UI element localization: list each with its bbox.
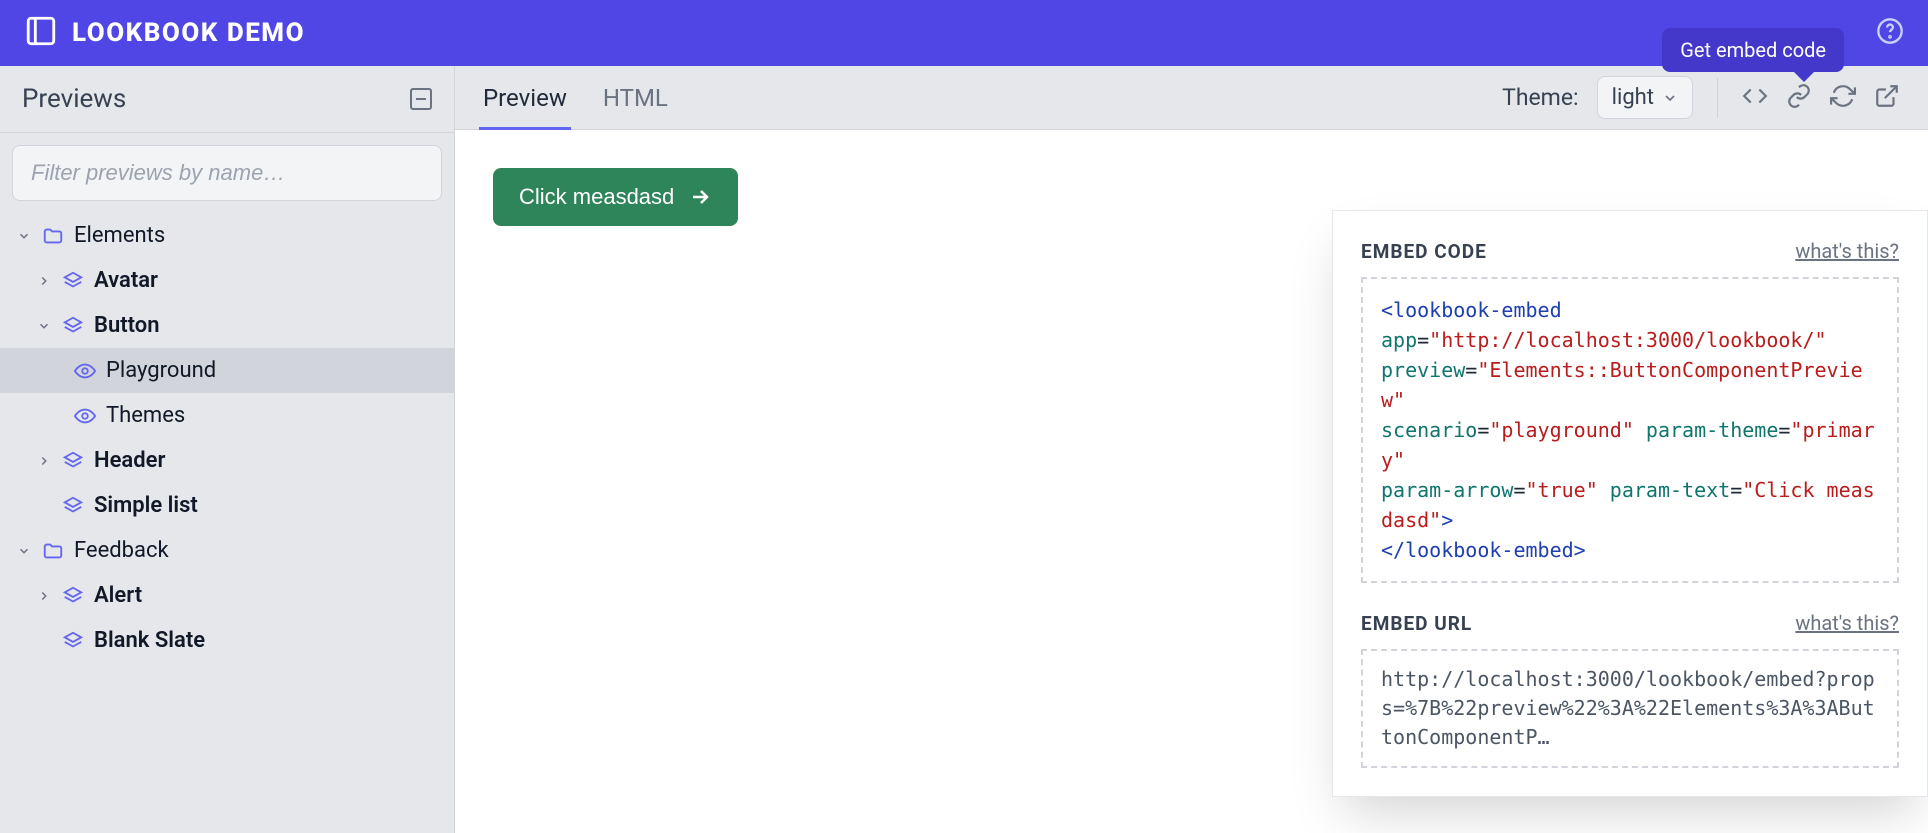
demo-button[interactable]: Click measdasd	[493, 168, 738, 226]
embed-code-box[interactable]: <lookbook-embed app="http://localhost:30…	[1361, 277, 1899, 583]
chevron-right-icon	[36, 273, 52, 289]
tree-label: Elements	[74, 223, 165, 248]
whats-this-link[interactable]: what's this?	[1795, 239, 1899, 263]
tree-label: Avatar	[94, 268, 158, 293]
sidebar-header: Previews	[0, 66, 454, 133]
layers-icon	[62, 270, 84, 292]
sidebar: Previews Elements Avatar	[0, 66, 455, 833]
app-title: LOOKBOOK DEMO	[72, 18, 305, 48]
eye-icon	[74, 360, 96, 382]
chevron-right-icon	[36, 453, 52, 469]
preview-toolbar: Preview HTML Theme: light	[455, 66, 1928, 130]
filter-previews-input[interactable]	[12, 145, 442, 201]
theme-label: Theme:	[1502, 84, 1579, 111]
embed-url-title: EMBED URL	[1361, 612, 1472, 635]
tab-html[interactable]: HTML	[603, 66, 668, 129]
tree-component-alert[interactable]: Alert	[0, 573, 454, 618]
tree-scenario-playground[interactable]: Playground	[0, 348, 454, 393]
tree-label: Simple list	[94, 493, 198, 518]
tree-label: Blank Slate	[94, 628, 205, 653]
open-new-window-icon[interactable]	[1874, 83, 1900, 113]
embed-tooltip: Get embed code	[1662, 28, 1844, 72]
chevron-down-icon	[16, 543, 32, 559]
tree-component-header[interactable]: Header	[0, 438, 454, 483]
embed-popover: EMBED CODE what's this? <lookbook-embed …	[1332, 210, 1928, 797]
eye-icon	[74, 405, 96, 427]
layers-icon	[62, 495, 84, 517]
tree-component-simple-list[interactable]: Simple list	[0, 483, 454, 528]
tree-folder-feedback[interactable]: Feedback	[0, 528, 454, 573]
layers-icon	[62, 315, 84, 337]
chevron-down-icon	[1662, 90, 1678, 106]
tree-scenario-themes[interactable]: Themes	[0, 393, 454, 438]
main-panel: Preview HTML Theme: light	[455, 66, 1928, 833]
logo-block[interactable]: LOOKBOOK DEMO	[24, 14, 305, 52]
embed-code-title: EMBED CODE	[1361, 240, 1487, 263]
whats-this-link[interactable]: what's this?	[1795, 611, 1899, 635]
tree-label: Alert	[94, 583, 142, 608]
layers-icon	[62, 630, 84, 652]
tree-component-avatar[interactable]: Avatar	[0, 258, 454, 303]
app-header: LOOKBOOK DEMO Get embed code	[0, 0, 1928, 66]
chevron-down-icon	[36, 318, 52, 334]
embed-url-box[interactable]: http://localhost:3000/lookbook/embed?pro…	[1361, 649, 1899, 768]
folder-icon	[42, 225, 64, 247]
theme-select[interactable]: light	[1597, 76, 1693, 119]
tree-label: Playground	[106, 358, 216, 383]
chevron-down-icon	[16, 228, 32, 244]
tree-label: Header	[94, 448, 165, 473]
tab-preview[interactable]: Preview	[483, 66, 567, 129]
divider	[1717, 78, 1718, 118]
sidebar-title: Previews	[22, 84, 126, 114]
lookbook-logo-icon	[24, 14, 58, 52]
chevron-right-icon	[36, 588, 52, 604]
tree-component-button[interactable]: Button	[0, 303, 454, 348]
tree-label: Button	[94, 313, 160, 338]
embed-code-icon[interactable]	[1742, 83, 1768, 113]
folder-icon	[42, 540, 64, 562]
collapse-sidebar-icon[interactable]	[410, 88, 432, 110]
layers-icon	[62, 585, 84, 607]
tree-component-blank-slate[interactable]: Blank Slate	[0, 618, 454, 663]
tree-folder-elements[interactable]: Elements	[0, 213, 454, 258]
demo-button-label: Click measdasd	[519, 184, 674, 210]
refresh-icon[interactable]	[1830, 83, 1856, 113]
theme-value: light	[1612, 85, 1654, 110]
help-icon[interactable]	[1876, 17, 1904, 49]
tree-label: Themes	[106, 403, 185, 428]
arrow-right-icon	[688, 185, 712, 209]
layers-icon	[62, 450, 84, 472]
tree-label: Feedback	[74, 538, 169, 563]
preview-tree: Elements Avatar Button Playground	[0, 213, 454, 833]
